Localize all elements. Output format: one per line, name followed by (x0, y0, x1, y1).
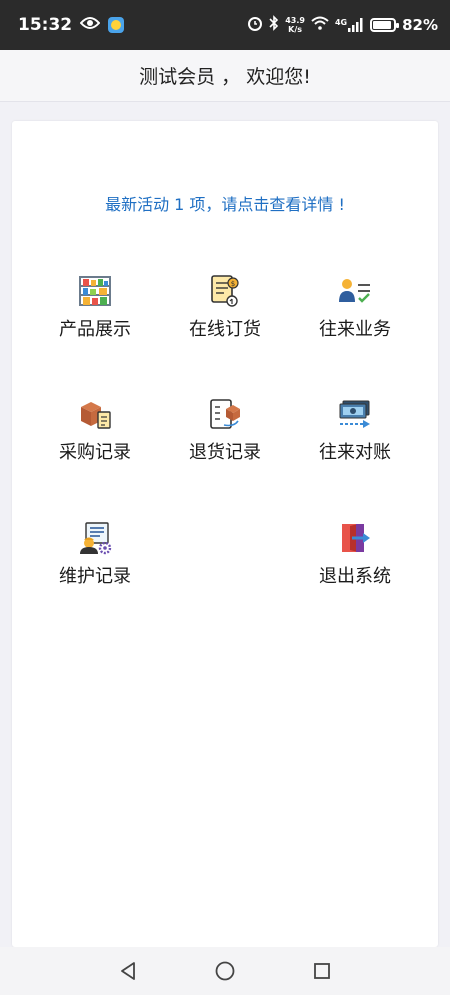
back-button[interactable] (108, 951, 148, 991)
activity-notice-link[interactable]: 最新活动 1 项，请点击查看详情 ! (12, 191, 438, 215)
menu-product-display[interactable]: 产品展示 (35, 273, 155, 353)
status-bar: 15:32 43.9 K/s 4G 82% (0, 0, 450, 50)
shelf-icon (77, 273, 113, 309)
menu-business[interactable]: 往来业务 (295, 273, 415, 353)
menu-reconciliation[interactable]: 往来对账 (295, 396, 415, 476)
svg-text:$: $ (231, 280, 235, 288)
eye-icon (79, 15, 101, 35)
alarm-icon (247, 15, 263, 35)
battery-icon (370, 18, 400, 32)
menu-return-record[interactable]: 退货记录 (165, 396, 285, 476)
return-box-icon (207, 396, 243, 432)
order-document-icon: $ (207, 273, 243, 309)
signal-icon: 4G (335, 18, 364, 32)
user-list-icon (337, 273, 373, 309)
net-speed: 43.9 K/s (285, 16, 305, 34)
bluetooth-icon (269, 15, 279, 35)
menu-label: 往来对账 (319, 442, 391, 463)
clock: 15:32 (18, 15, 73, 35)
menu-label: 退货记录 (189, 442, 261, 463)
battery-percent: 82% (402, 16, 438, 34)
main-card: 最新活动 1 项，请点击查看详情 ! 产品展示 $ 在线订货 往来业务 采购记录… (12, 121, 438, 947)
system-nav-bar (0, 947, 450, 995)
weather-icon (108, 17, 125, 33)
page-title: 测试会员 ， 欢迎您! (0, 50, 450, 102)
exit-door-icon (337, 520, 373, 556)
money-transfer-icon (337, 396, 373, 432)
worker-gear-icon (77, 520, 113, 556)
menu-label: 采购记录 (59, 442, 131, 463)
home-button[interactable] (205, 951, 245, 991)
menu-label: 在线订货 (189, 319, 261, 340)
menu-label: 往来业务 (319, 319, 391, 340)
box-clipboard-icon (77, 396, 113, 432)
menu-label: 维护记录 (59, 566, 131, 587)
menu-maintenance-record[interactable]: 维护记录 (35, 520, 155, 600)
menu-label: 产品展示 (59, 319, 131, 340)
recents-button[interactable] (302, 951, 342, 991)
menu-online-order[interactable]: $ 在线订货 (165, 273, 285, 353)
menu-purchase-record[interactable]: 采购记录 (35, 396, 155, 476)
menu-logout[interactable]: 退出系统 (295, 520, 415, 600)
menu-label: 退出系统 (319, 566, 391, 587)
wifi-icon (311, 16, 329, 34)
